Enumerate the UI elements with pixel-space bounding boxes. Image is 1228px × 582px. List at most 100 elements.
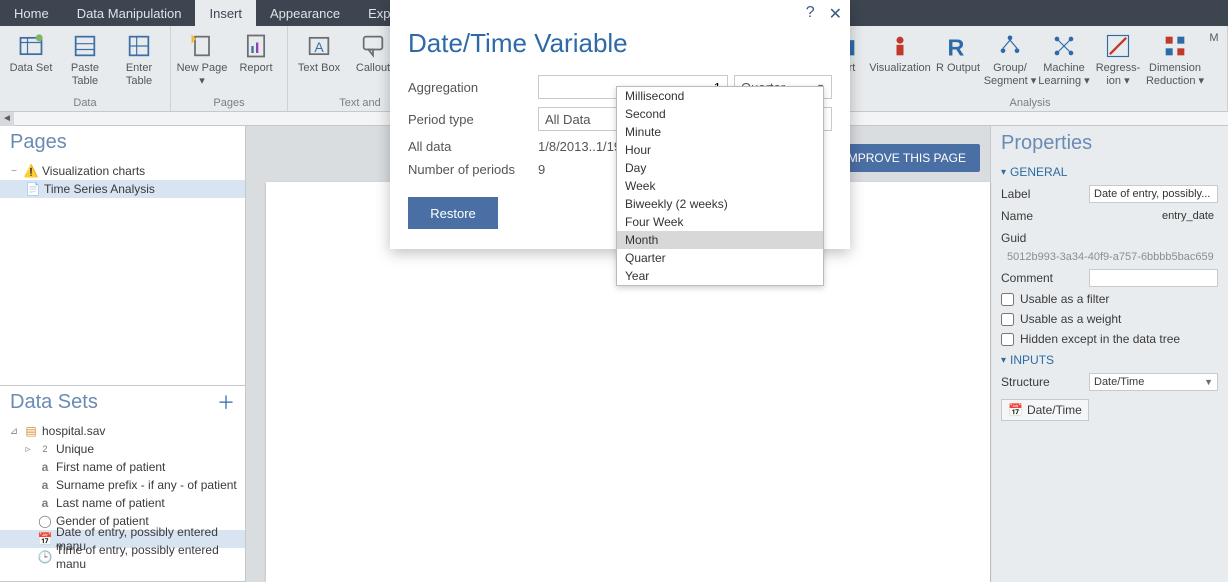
dimension-reduction-button[interactable]: Dimension Reduction ▾ <box>1145 28 1205 87</box>
group-label: Analysis <box>1010 97 1051 109</box>
warn-icon: ⚠️ <box>24 164 38 178</box>
ribbon-group-pages: New Page ▾ Report Pages <box>171 26 288 111</box>
group-segment-button[interactable]: Group/ Segment ▾ <box>983 28 1037 87</box>
report-button[interactable]: Report <box>229 28 283 87</box>
calendar-icon: 📅 <box>38 532 52 546</box>
chk-hidden[interactable]: Hidden except in the data tree <box>1001 329 1218 349</box>
regression-button[interactable]: Regress- ion ▾ <box>1091 28 1145 87</box>
ml-icon <box>1050 32 1078 60</box>
label-lbl: Label <box>1001 187 1089 201</box>
var-firstname[interactable]: aFirst name of patient <box>0 458 245 476</box>
text-box-icon: A <box>305 32 333 60</box>
dim-reduce-icon <box>1161 32 1189 60</box>
restore-button[interactable]: Restore <box>408 197 498 229</box>
segment-icon <box>996 32 1024 60</box>
option-quarter[interactable]: Quarter <box>617 249 823 267</box>
paste-table-icon <box>71 32 99 60</box>
enter-table-button[interactable]: Enter Table <box>112 28 166 87</box>
var-lastname[interactable]: aLast name of patient <box>0 494 245 512</box>
regression-icon <box>1104 32 1132 60</box>
m-button[interactable]: M <box>1205 28 1223 87</box>
option-week[interactable]: Week <box>617 177 823 195</box>
machine-learning-button[interactable]: Machine Learning ▾ <box>1037 28 1091 87</box>
visualization-icon <box>886 32 914 60</box>
add-dataset-button[interactable]: ＋ <box>217 389 235 415</box>
comment-field[interactable] <box>1089 269 1218 287</box>
option-biweekly-2-weeks-[interactable]: Biweekly (2 weeks) <box>617 195 823 213</box>
option-four-week[interactable]: Four Week <box>617 213 823 231</box>
dialog-title: Date/Time Variable <box>390 28 850 71</box>
chk-weight[interactable]: Usable as a weight <box>1001 309 1218 329</box>
callout-icon <box>359 32 387 60</box>
paste-table-button[interactable]: Paste Table <box>58 28 112 87</box>
option-second[interactable]: Second <box>617 105 823 123</box>
svg-text:R: R <box>948 34 965 60</box>
option-month[interactable]: Month <box>617 231 823 249</box>
var-surname-prefix[interactable]: aSurname prefix - if any - of patient <box>0 476 245 494</box>
text-icon: a <box>38 478 52 492</box>
datetime-button[interactable]: 📅Date/Time <box>1001 399 1089 421</box>
var-time-entry[interactable]: 🕒Time of entry, possibly entered manu <box>0 548 245 566</box>
datasets-tree: ⊿▤hospital.sav ▹2Unique aFirst name of p… <box>0 418 245 570</box>
numeric-icon: 2 <box>38 442 52 456</box>
r-icon: R <box>944 32 972 60</box>
ribbon-group-analysis: rt Visualization RR Output Group/ Segmen… <box>832 26 1228 111</box>
svg-text:A: A <box>314 39 324 55</box>
label-field[interactable]: Date of entry, possibly... <box>1089 185 1218 203</box>
page-node-visualization[interactable]: −⚠️Visualization charts <box>0 162 245 180</box>
option-day[interactable]: Day <box>617 159 823 177</box>
all-data-label: All data <box>408 139 538 154</box>
aggregation-label: Aggregation <box>408 80 538 95</box>
properties-title: Properties <box>1001 126 1218 161</box>
comment-lbl: Comment <box>1001 271 1089 285</box>
group-label: Text and <box>339 97 381 109</box>
aggregation-dropdown: MillisecondSecondMinuteHourDayWeekBiweek… <box>616 86 824 286</box>
menu-appearance[interactable]: Appearance <box>256 0 354 26</box>
option-millisecond[interactable]: Millisecond <box>617 87 823 105</box>
group-label: Pages <box>213 97 244 109</box>
group-label: Data <box>73 97 96 109</box>
clock-icon: 🕒 <box>38 550 52 564</box>
data-set-button[interactable]: Data Set <box>4 28 58 87</box>
page-node-time-series[interactable]: 📄Time Series Analysis <box>0 180 245 198</box>
report-icon <box>242 32 270 60</box>
r-output-button[interactable]: RR Output <box>933 28 983 87</box>
visualization-button[interactable]: Visualization <box>867 28 933 87</box>
name-lbl: Name <box>1001 209 1089 223</box>
menu-home[interactable]: Home <box>0 0 63 26</box>
scroll-left-arrow[interactable]: ◄ <box>0 112 14 126</box>
option-year[interactable]: Year <box>617 267 823 285</box>
structure-combo[interactable]: Date/Time▼ <box>1089 373 1218 391</box>
guid-value: 5012b993-3a34-40f9-a757-6bbbb5bac659 <box>1001 249 1218 267</box>
option-minute[interactable]: Minute <box>617 123 823 141</box>
text-box-button[interactable]: AText Box <box>292 28 346 75</box>
name-value: entry_date <box>1089 207 1218 225</box>
option-hour[interactable]: Hour <box>617 141 823 159</box>
period-type-label: Period type <box>408 112 538 127</box>
var-unique[interactable]: ▹2Unique <box>0 440 245 458</box>
close-icon[interactable]: ✕ <box>829 4 842 24</box>
menu-data-manipulation[interactable]: Data Manipulation <box>63 0 196 26</box>
calendar-icon: 📅 <box>1008 403 1023 417</box>
dataset-file[interactable]: ⊿▤hospital.sav <box>0 422 245 440</box>
new-page-button[interactable]: New Page ▾ <box>175 28 229 87</box>
category-icon: ◯ <box>38 514 52 528</box>
doc-icon: 📄 <box>26 182 40 196</box>
ribbon-group-data: Data Set Paste Table Enter Table Data <box>0 26 171 111</box>
data-set-icon <box>17 32 45 60</box>
pages-tree: −⚠️Visualization charts 📄Time Series Ana… <box>0 158 245 202</box>
guid-lbl: Guid <box>1001 231 1089 245</box>
file-icon: ▤ <box>24 424 38 438</box>
text-icon: a <box>38 496 52 510</box>
section-general[interactable]: GENERAL <box>1001 165 1218 179</box>
pages-title: Pages <box>10 131 67 154</box>
chk-filter[interactable]: Usable as a filter <box>1001 289 1218 309</box>
structure-lbl: Structure <box>1001 375 1089 389</box>
num-periods-label: Number of periods <box>408 162 538 177</box>
menu-insert[interactable]: Insert <box>195 0 256 26</box>
new-page-icon <box>188 32 216 60</box>
properties-panel: Properties GENERAL LabelDate of entry, p… <box>990 126 1228 582</box>
text-icon: a <box>38 460 52 474</box>
section-inputs[interactable]: INPUTS <box>1001 353 1218 367</box>
help-icon[interactable]: ? <box>806 4 815 24</box>
